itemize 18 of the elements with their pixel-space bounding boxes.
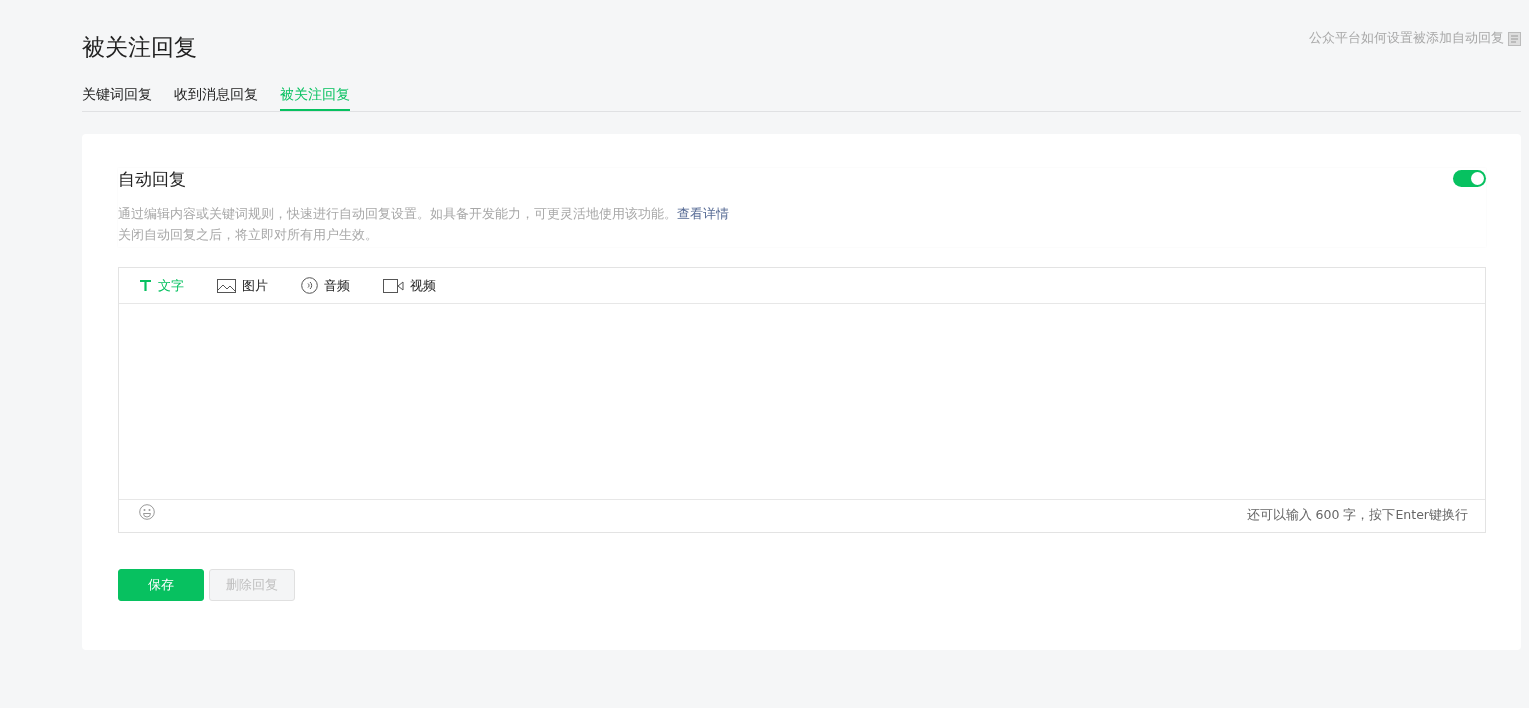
emoji-icon[interactable] [139, 504, 155, 520]
type-tab[interactable]: 音频 [301, 276, 350, 295]
audio-icon [301, 277, 318, 294]
char-counter: 还可以输入 600 字，按下Enter键换行 [1246, 507, 1468, 524]
details-link[interactable]: 查看详情 [677, 206, 729, 221]
toggle-switch[interactable] [1453, 170, 1486, 187]
text-icon [139, 279, 152, 292]
section-title: 自动回复 [118, 168, 186, 191]
page-title: 被关注回复 [82, 33, 197, 62]
image-icon [217, 278, 236, 293]
tab[interactable]: 关键词回复 [82, 84, 152, 110]
note-text: 关闭自动回复之后，将立即对所有用户生效。 [118, 226, 379, 244]
tab[interactable]: 收到消息回复 [174, 84, 258, 110]
document-icon [1508, 31, 1521, 46]
type-tab[interactable]: 图片 [217, 276, 268, 295]
video-icon [383, 278, 404, 293]
type-tab[interactable]: 视频 [383, 276, 436, 295]
description-text: 通过编辑内容或关键词规则，快速进行自动回复设置。如具备开发能力，可更灵活地使用该功能。查看详情 [118, 205, 730, 223]
